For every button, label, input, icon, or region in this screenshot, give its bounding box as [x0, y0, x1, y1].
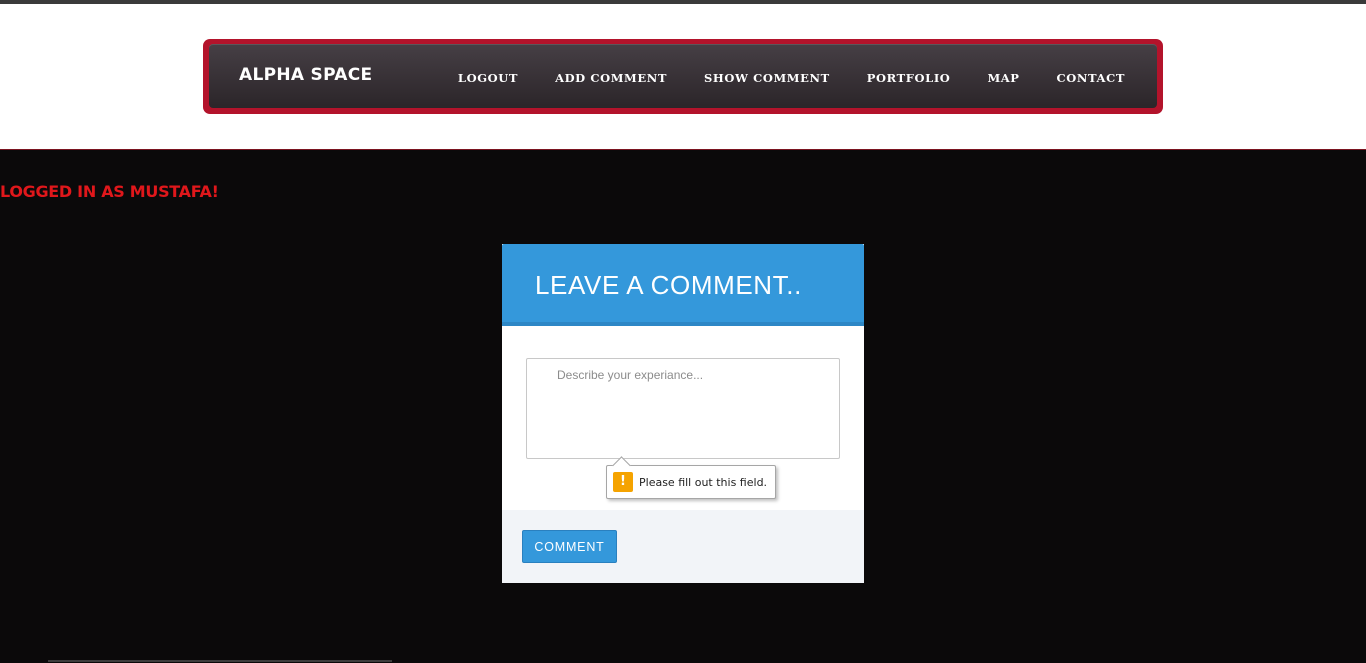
comment-submit-button[interactable]: COMMENT: [522, 530, 617, 563]
comment-form-title: LEAVE A COMMENT..: [535, 270, 802, 300]
comment-form-header: LEAVE A COMMENT..: [502, 244, 864, 326]
validation-message: Please fill out this field.: [639, 475, 768, 489]
comment-textarea[interactable]: [526, 358, 840, 459]
nav-link-portfolio[interactable]: PORTFOLIO: [867, 43, 951, 110]
nav-item-map: MAP: [987, 43, 1019, 110]
nav-item-portfolio: PORTFOLIO: [867, 43, 951, 110]
nav-item-logout: LOGOUT: [458, 43, 518, 110]
nav-link-add-comment[interactable]: ADD COMMENT: [555, 43, 667, 110]
nav-link-logout[interactable]: LOGOUT: [458, 43, 518, 110]
site-header: ALPHA SPACE LOGOUT ADD COMMENT SHOW COMM…: [0, 4, 1366, 149]
logged-in-status: LOGGED IN AS MUSTAFA!: [0, 182, 219, 201]
warning-icon: !: [613, 472, 633, 492]
nav-item-show-comment: SHOW COMMENT: [704, 43, 830, 110]
brand-logo-link[interactable]: ALPHA SPACE: [239, 44, 372, 108]
comment-form-footer: COMMENT: [502, 510, 864, 583]
nav-item-add-comment: ADD COMMENT: [555, 43, 667, 110]
horizontal-scrollbar[interactable]: [48, 660, 392, 662]
nav-menu: LOGOUT ADD COMMENT SHOW COMMENT PORTFOLI…: [458, 44, 1125, 108]
validation-tooltip: ! Please fill out this field.: [606, 465, 777, 499]
main-content: LOGGED IN AS MUSTAFA! LEAVE A COMMENT.. …: [0, 149, 1366, 663]
navbar-frame: ALPHA SPACE LOGOUT ADD COMMENT SHOW COMM…: [203, 39, 1163, 114]
comment-form-card: LEAVE A COMMENT.. ! Please fill out this…: [502, 244, 864, 583]
nav-link-map[interactable]: MAP: [987, 43, 1019, 110]
nav-link-show-comment[interactable]: SHOW COMMENT: [704, 43, 830, 110]
comment-form-body: ! Please fill out this field.: [502, 326, 864, 510]
navbar: ALPHA SPACE LOGOUT ADD COMMENT SHOW COMM…: [209, 44, 1157, 108]
nav-link-contact[interactable]: CONTACT: [1057, 43, 1125, 110]
nav-item-contact: CONTACT: [1057, 43, 1125, 110]
